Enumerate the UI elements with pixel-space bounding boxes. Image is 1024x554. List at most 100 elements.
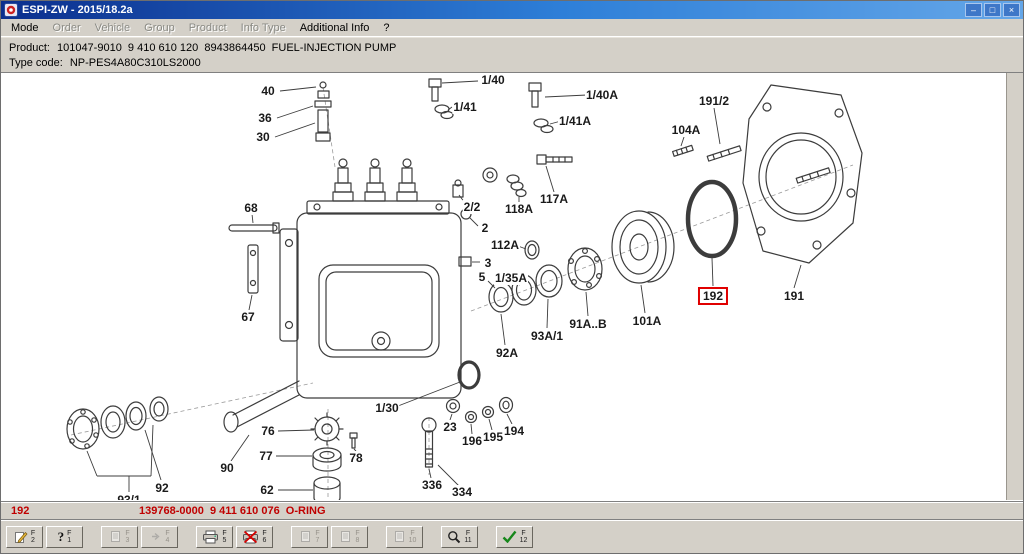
part-label-78[interactable]: 78	[348, 451, 364, 465]
toolbar-button-f12[interactable]: F 12	[496, 525, 533, 548]
product-value: 101047-9010 9 410 610 120 8943864450 FUE…	[56, 41, 397, 54]
title-bar: ESPI-ZW - 2015/18.2a – □ ×	[1, 1, 1023, 19]
toolbar-button-f5[interactable]: F5	[196, 525, 233, 548]
toolbar-button-f6[interactable]: F6	[236, 525, 273, 548]
app-icon	[4, 3, 18, 17]
part-label-118A[interactable]: 118A	[503, 202, 535, 216]
part-label-5[interactable]: 5	[477, 270, 487, 284]
fkey-label: F3	[125, 529, 130, 544]
part-label-334[interactable]: 334	[450, 485, 474, 499]
toolbar-group: F3 F4	[101, 525, 178, 548]
part-label-93A/1[interactable]: 93A/1	[529, 329, 565, 343]
edit-icon	[14, 530, 28, 544]
close-button[interactable]: ×	[1003, 3, 1020, 17]
menu-item-info-type: Info Type	[240, 21, 286, 34]
part-label-67[interactable]: 67	[240, 310, 256, 324]
part-label-92[interactable]: 92	[154, 481, 170, 495]
print-cancel-icon	[242, 530, 259, 544]
part-label-3[interactable]: 3	[483, 256, 493, 270]
page-icon	[109, 530, 122, 543]
arrow-icon	[149, 530, 162, 543]
part-label-104A[interactable]: 104A	[670, 123, 702, 137]
part-label-1/35A[interactable]: 1/35A	[493, 271, 529, 285]
type-code-value: NP-PES4A80C310LS2000	[69, 56, 201, 69]
part-label-30[interactable]: 30	[255, 130, 271, 144]
menu-item-vehicle: Vehicle	[94, 21, 131, 34]
fkey-label: F 12	[519, 529, 528, 544]
page-icon	[299, 530, 312, 543]
maximize-button[interactable]: □	[984, 3, 1001, 17]
toolbar-button-f1[interactable]: ? F 1	[46, 525, 83, 548]
menu-item-group: Group	[144, 21, 175, 34]
part-label-191/2[interactable]: 191/2	[697, 94, 731, 108]
menu-bar: Mode Order Vehicle Group Product Info Type Add…	[1, 19, 1023, 37]
product-info-panel: Product: 101047-9010 9 410 610 120 89438…	[1, 37, 1023, 73]
diagram-area: 40 36 30 1/40 1/41 1/40A 1/41A 68 2/2 118A 117A 2 11…	[1, 73, 1006, 500]
part-label-192[interactable]: 192	[697, 287, 729, 305]
part-label-76[interactable]: 76	[260, 424, 276, 438]
part-label-117A[interactable]: 117A	[538, 192, 570, 206]
part-label-90[interactable]: 90	[219, 461, 235, 475]
page-icon	[393, 530, 406, 543]
part-label-2[interactable]: 2	[480, 221, 490, 235]
part-label-93/1[interactable]: 93/1	[116, 493, 142, 500]
zoom-icon	[447, 530, 461, 544]
part-label-91A..B[interactable]: 91A..B	[568, 317, 608, 331]
menu-item-product: Product	[188, 21, 227, 34]
toolbar-group: F 10	[386, 525, 423, 548]
function-toolbar: F 2 ? F 1 F 3 F 4 F 5 F 6 F 7 F 8 F 10 F 11 F 12	[1, 519, 1023, 553]
status-bar: 192 139768-0000 9 411 610 076 O-RING	[1, 501, 1023, 519]
part-label-36[interactable]: 36	[257, 111, 273, 125]
part-label-23[interactable]: 23	[442, 420, 458, 434]
menu-item-additional-info[interactable]: Additional Info	[293, 21, 377, 35]
toolbar-group: F 2 ? F 1	[6, 525, 83, 548]
product-label: Product:	[9, 41, 50, 54]
part-label-336[interactable]: 336	[420, 478, 444, 492]
part-label-40[interactable]: 40	[260, 84, 276, 98]
part-label-1/40[interactable]: 1/40	[480, 73, 506, 87]
part-label-68[interactable]: 68	[243, 201, 259, 215]
toolbar-button-f11[interactable]: F 11	[441, 525, 478, 548]
vertical-scrollbar[interactable]	[1006, 73, 1023, 500]
menu-item-mode[interactable]: Mode	[4, 21, 46, 35]
part-label-1/41A[interactable]: 1/41A	[557, 114, 593, 128]
toolbar-button-f4: F4	[141, 525, 178, 548]
fkey-label: F8	[355, 529, 360, 544]
part-label-112A[interactable]: 112A	[489, 238, 521, 252]
toolbar-button-f10: F 10	[386, 525, 423, 548]
toolbar-button-f7: F7	[291, 525, 328, 548]
minimize-button[interactable]: –	[965, 3, 982, 17]
window-title: ESPI-ZW - 2015/18.2a	[22, 4, 133, 16]
fkey-label: F1	[67, 529, 72, 544]
part-label-62[interactable]: 62	[259, 483, 275, 497]
page-icon	[339, 530, 352, 543]
part-label-195[interactable]: 195	[481, 430, 505, 444]
part-label-101A[interactable]: 101A	[631, 314, 663, 328]
menu-item-help[interactable]: ?	[376, 21, 396, 35]
part-label-1/40A[interactable]: 1/40A	[584, 88, 620, 102]
part-label-1/30[interactable]: 1/30	[374, 401, 400, 415]
menu-item-order: Order	[52, 21, 81, 34]
toolbar-group: F 11	[441, 525, 478, 548]
fkey-label: F2	[30, 529, 36, 544]
fkey-label: F 10	[408, 529, 417, 544]
toolbar-group: F5 F6	[196, 525, 273, 548]
part-label-layer: 40 36 30 1/40 1/41 1/40A 1/41A 68 2/2 118A 117A 2 11…	[1, 73, 1006, 500]
fkey-label: F4	[165, 529, 170, 544]
fkey-label: F5	[222, 529, 227, 544]
selected-part-info: 139768-0000 9 411 610 076 O-RING	[139, 504, 326, 517]
part-label-92A[interactable]: 92A	[494, 346, 520, 360]
toolbar-group: F7 F8	[291, 525, 368, 548]
app-window: ESPI-ZW - 2015/18.2a – □ × Mode Order Vehi…	[0, 0, 1024, 554]
toolbar-button-f2[interactable]: F2	[6, 525, 43, 548]
selected-part-number: 192	[11, 504, 30, 517]
part-label-1/41[interactable]: 1/41	[452, 100, 478, 114]
main-area: 40 36 30 1/40 1/41 1/40A 1/41A 68 2/2 118A 117A 2 11…	[1, 73, 1023, 501]
print-icon	[202, 530, 219, 544]
part-label-2/2[interactable]: 2/2	[462, 200, 482, 214]
part-label-196[interactable]: 196	[460, 434, 484, 448]
part-label-77[interactable]: 77	[258, 449, 274, 463]
part-label-191[interactable]: 191	[782, 289, 806, 303]
type-code-label: Type code:	[9, 56, 63, 69]
part-label-194[interactable]: 194	[502, 424, 526, 438]
